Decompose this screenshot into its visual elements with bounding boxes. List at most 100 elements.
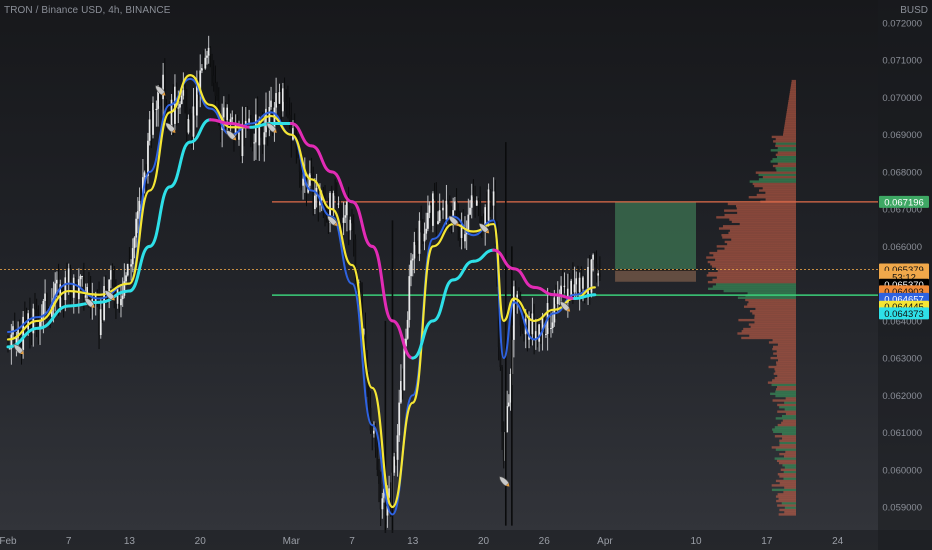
volume-profile-bar — [788, 102, 796, 105]
candle-body — [185, 107, 188, 133]
ma-slow-segment[interactable] — [168, 140, 192, 189]
symbol-name[interactable]: TRON / Binance USD — [4, 5, 103, 16]
price-chart[interactable]: 0.072000 0.071000 0.070000 0.069000 0.068000… — [0, 0, 932, 550]
candle-body — [121, 295, 124, 300]
time-tick-label: 17 — [761, 536, 773, 547]
candle-body — [133, 237, 136, 249]
volume-profile-bar — [774, 457, 796, 460]
candle-body — [337, 203, 340, 205]
candle-body — [335, 195, 338, 204]
candle-body — [378, 469, 380, 484]
candle-body — [443, 207, 446, 220]
volume-profile-bar — [752, 312, 796, 315]
volume-profile — [706, 79, 796, 516]
candle-body — [501, 367, 503, 433]
rocket-icon[interactable] — [498, 475, 512, 489]
ma-slow-segment[interactable] — [370, 244, 394, 323]
volume-profile-bar — [737, 211, 796, 215]
ma-slow-segment[interactable] — [310, 144, 334, 174]
ma-mid-line[interactable] — [6, 74, 596, 509]
candle-body — [251, 128, 254, 143]
time-tick-label: 13 — [407, 536, 419, 547]
ma-slow-segment[interactable] — [471, 248, 496, 263]
price-tick-label: 0.062000 — [882, 391, 922, 402]
volume-profile-bar — [748, 323, 796, 326]
ma-slow-segment[interactable] — [148, 185, 172, 248]
interval-label[interactable]: 4h — [108, 5, 119, 16]
price-tick-label: 0.060000 — [882, 465, 922, 476]
volume-profile-bar — [712, 285, 796, 288]
ma-slow-segment[interactable] — [451, 259, 475, 282]
candle-body — [430, 205, 433, 226]
volume-profile-bar — [775, 142, 796, 145]
ma-slow-segment[interactable] — [67, 300, 101, 308]
volume-profile-bar — [783, 470, 796, 474]
candle-body — [347, 201, 350, 231]
volume-profile-bar — [768, 341, 796, 344]
volume-profile-bar — [779, 441, 796, 445]
candle-body — [595, 263, 598, 276]
ma-slow-segment[interactable] — [512, 267, 536, 289]
ma-slow-segment[interactable] — [431, 278, 455, 323]
volume-profile-bar — [729, 218, 796, 221]
volume-profile-bar — [784, 506, 796, 509]
volume-profile-bar — [775, 417, 796, 420]
candle-body — [82, 275, 85, 299]
candle-body — [592, 254, 595, 260]
candle-body — [231, 117, 234, 120]
ma-slow-segment[interactable] — [532, 285, 556, 297]
volume-profile-bar — [775, 153, 796, 156]
volume-profile-bar — [776, 169, 796, 172]
candle-body — [580, 277, 583, 289]
candle-body — [472, 195, 475, 198]
time-axis[interactable] — [0, 530, 932, 550]
candle-body — [207, 47, 210, 56]
chart-area[interactable]: 0.072000 0.071000 0.070000 0.069000 0.068000… — [0, 0, 932, 550]
volume-profile-bar — [784, 511, 796, 514]
candle-body — [150, 119, 153, 135]
volume-profile-bar — [771, 135, 796, 139]
candle-body — [491, 200, 493, 206]
volume-profile-bar — [770, 149, 796, 152]
candle-body — [376, 447, 379, 470]
volume-profile-bar — [775, 167, 796, 170]
volume-profile-bar — [739, 222, 796, 226]
candle-body — [575, 278, 578, 285]
time-tick-label: 13 — [124, 536, 136, 547]
volume-profile-bar — [773, 352, 796, 355]
candle-body — [492, 191, 495, 206]
symbol-header: TRON / Binance USD, 4h, BINANCE — [4, 5, 171, 16]
candle-body — [555, 297, 557, 305]
volume-profile-bar — [789, 95, 796, 98]
candle-body — [425, 228, 428, 234]
candle-body — [453, 201, 456, 211]
position-profit-zone[interactable] — [615, 202, 696, 270]
volume-profile-bar — [758, 189, 796, 192]
volume-profile-bar — [776, 354, 796, 358]
candle-body — [190, 119, 193, 137]
volume-profile-bar — [754, 184, 796, 188]
candle-body — [408, 276, 411, 320]
candle-body — [206, 55, 208, 58]
candle-body — [69, 268, 72, 291]
candle-body — [393, 456, 396, 473]
volume-profile-bar — [790, 84, 796, 87]
volume-profile-bar — [749, 334, 796, 337]
candle-body — [72, 277, 75, 298]
volume-profile-bar — [787, 104, 796, 107]
candle-body — [342, 217, 345, 223]
volume-profile-bar — [755, 307, 796, 311]
volume-profile-bar — [779, 481, 796, 485]
volume-profile-bar — [770, 356, 796, 360]
candle-body — [310, 173, 313, 176]
volume-profile-bar — [778, 497, 796, 501]
candle-body — [445, 200, 448, 220]
volume-profile-bar — [737, 332, 796, 335]
candle-body — [177, 107, 180, 109]
time-tick-label: Apr — [597, 536, 613, 547]
volume-profile-bar — [773, 345, 796, 349]
position-loss-zone[interactable] — [615, 269, 696, 282]
candle-body — [44, 293, 46, 302]
volume-profile-bar — [777, 410, 796, 413]
volume-profile-bar — [724, 213, 796, 217]
